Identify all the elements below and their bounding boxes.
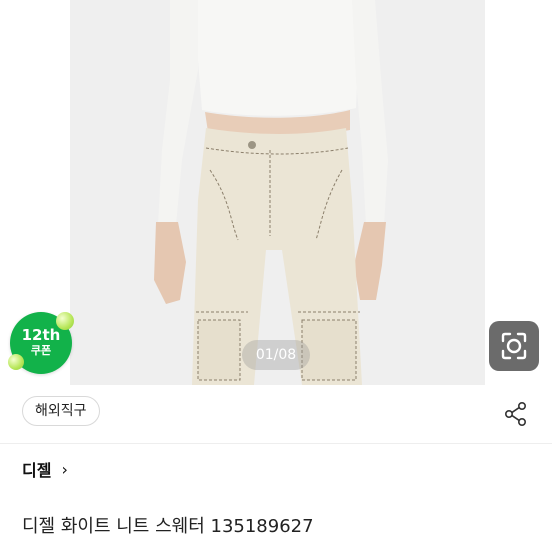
overseas-direct-tag: 해외직구 xyxy=(22,396,100,426)
coupon-badge[interactable]: 12th 쿠폰 xyxy=(8,312,74,374)
coupon-badge-title: 12th xyxy=(21,326,61,344)
store-name: 디젤 xyxy=(22,461,52,480)
coupon-badge-label: 쿠폰 xyxy=(30,344,52,357)
lens-search-button[interactable] xyxy=(489,321,539,371)
section-divider xyxy=(0,443,552,444)
image-counter: 01/08 xyxy=(242,340,310,370)
share-icon xyxy=(504,401,526,426)
product-photo-illustration xyxy=(70,0,485,385)
lens-search-icon xyxy=(501,332,527,360)
store-link[interactable]: 디젤 › xyxy=(22,456,68,482)
product-photo[interactable] xyxy=(70,0,485,385)
product-image-gallery[interactable]: 01/08 12th 쿠폰 xyxy=(0,0,552,385)
chevron-right-icon: › xyxy=(61,459,68,479)
share-button[interactable] xyxy=(502,400,530,428)
product-title: 디젤 화이트 니트 스웨터 135189627 xyxy=(22,516,314,537)
